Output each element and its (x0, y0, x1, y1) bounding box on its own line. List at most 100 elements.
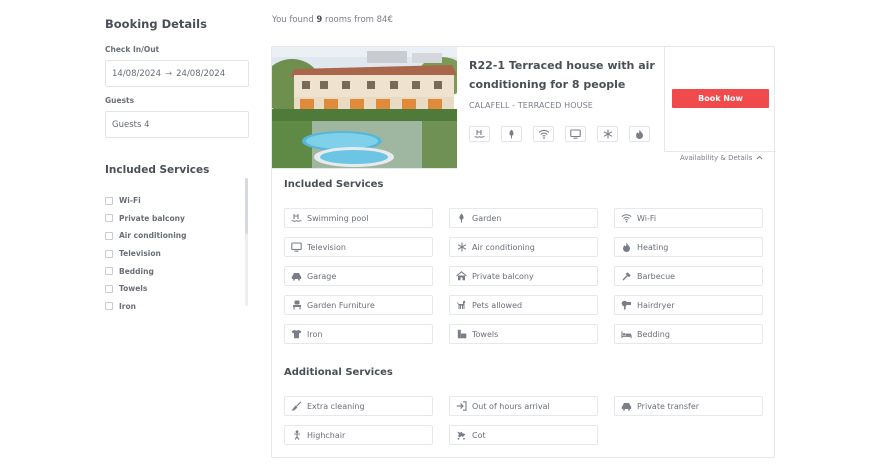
flame-icon (621, 242, 632, 253)
baby-icon (291, 430, 302, 441)
service-label: Swimming pool (307, 213, 369, 223)
additional-services-title: Additional Services (284, 367, 393, 378)
service-tile: Cot (449, 425, 598, 445)
filter-option-label: Television (119, 249, 161, 259)
cot-icon (456, 430, 467, 441)
service-tile: Wi-Fi (614, 208, 763, 228)
snowflake-icon (456, 242, 467, 253)
included-services-title: Included Services (284, 179, 384, 190)
room-photo[interactable] (272, 47, 457, 168)
service-tile: Towels (449, 324, 598, 344)
snowflake-icon (597, 126, 618, 142)
checkbox[interactable] (105, 284, 113, 293)
date-range-field[interactable]: 14/08/2024 → 24/08/2024 (105, 60, 249, 87)
service-label: Air conditioning (472, 242, 535, 252)
action-divider (664, 151, 776, 152)
service-tile: Garage (284, 266, 433, 286)
tv-icon (291, 242, 302, 253)
results-summary: You found 9 rooms from 84€ (272, 15, 393, 25)
book-now-button[interactable]: Book Now (672, 89, 769, 108)
filter-option-label: Towels (119, 284, 148, 294)
filter-option-label: Iron (119, 301, 136, 311)
filter-option[interactable]: Air conditioning (105, 227, 245, 245)
checkbox[interactable] (105, 302, 113, 311)
bed-icon (621, 329, 632, 340)
pool-icon (291, 213, 302, 224)
date-arrow-icon: → (165, 68, 173, 79)
dog-icon (456, 300, 467, 311)
service-label: Out of hours arrival (472, 401, 550, 411)
availability-details-toggle[interactable]: Availability & Details (680, 154, 763, 162)
availability-label: Availability & Details (680, 154, 753, 162)
service-tile: Garden Furniture (284, 295, 433, 315)
check-out-date: 24/08/2024 (176, 68, 226, 79)
service-label: Bedding (637, 329, 670, 339)
barbecue-icon (621, 271, 632, 282)
service-tile: Television (284, 237, 433, 257)
service-tile: Air conditioning (449, 237, 598, 257)
service-label: Barbecue (637, 271, 676, 281)
guests-field[interactable]: Guests 4 (105, 111, 249, 138)
room-title[interactable]: R22-1 Terraced house with air conditioni… (469, 56, 659, 94)
service-label: Iron (307, 329, 323, 339)
checkbox[interactable] (105, 214, 113, 223)
service-label: Private transfer (637, 401, 700, 411)
car-icon (621, 401, 632, 412)
filter-option-label: Private balcony (119, 213, 185, 223)
filter-option-label: Air conditioning (119, 231, 187, 241)
service-label: Pets allowed (472, 300, 523, 310)
results-suffix: rooms from 84€ (322, 15, 393, 25)
service-label: Hairdryer (637, 300, 675, 310)
service-tile: Bedding (614, 324, 763, 344)
services-filter-list: Wi-Fi Private balcony Air conditioning Tele… (105, 192, 245, 315)
service-label: Cot (472, 430, 486, 440)
room-photo-image (272, 47, 457, 168)
vertical-divider (664, 47, 665, 151)
hairdryer-icon (621, 300, 632, 311)
filter-option[interactable]: Bedding (105, 262, 245, 280)
filter-scrollbar[interactable] (245, 178, 248, 306)
service-tile: Private transfer (614, 396, 763, 416)
service-label: Heating (637, 242, 669, 252)
service-tile: Barbecue (614, 266, 763, 286)
service-label: Garage (307, 271, 337, 281)
garden-icon (501, 126, 522, 142)
filter-option[interactable]: Television (105, 245, 245, 263)
filter-option[interactable]: Wi-Fi (105, 192, 245, 210)
service-label: Towels (472, 329, 499, 339)
flame-icon (629, 126, 650, 142)
guests-value: Guests 4 (112, 119, 150, 130)
checkbox[interactable] (105, 196, 113, 205)
amenity-icons-row (469, 126, 661, 142)
additional-services-grid: Extra cleaning Out of hours arrival Privat… (284, 396, 764, 446)
checkbox[interactable] (105, 231, 113, 240)
chair-icon (291, 300, 302, 311)
results-prefix: You found (272, 15, 317, 25)
home-icon (456, 271, 467, 282)
service-label: Private balcony (472, 271, 534, 281)
towel-icon (456, 329, 467, 340)
chevron-up-icon (756, 154, 763, 162)
filter-option[interactable]: Private balcony (105, 210, 245, 228)
service-tile: Pets allowed (449, 295, 598, 315)
included-services-grid: Swimming pool Garden Wi-Fi Television Air co… (284, 208, 764, 348)
service-tile: Swimming pool (284, 208, 433, 228)
service-label: Wi-Fi (637, 213, 657, 223)
service-tile: Garden (449, 208, 598, 228)
car-icon (291, 271, 302, 282)
service-label: Garden (472, 213, 502, 223)
garden-icon (456, 213, 467, 224)
booking-details-title: Booking Details (105, 17, 207, 31)
scrollbar-thumb[interactable] (245, 178, 248, 234)
filter-option[interactable]: Iron (105, 298, 245, 316)
check-in-date: 14/08/2024 (112, 68, 161, 79)
sign-in-icon (456, 401, 467, 412)
filter-option-label: Wi-Fi (119, 196, 141, 206)
shirt-icon (291, 329, 302, 340)
filter-option[interactable]: Towels (105, 280, 245, 298)
wifi-icon (533, 126, 554, 142)
checkbox[interactable] (105, 267, 113, 276)
service-tile: Out of hours arrival (449, 396, 598, 416)
checkbox[interactable] (105, 249, 113, 258)
service-tile: Extra cleaning (284, 396, 433, 416)
